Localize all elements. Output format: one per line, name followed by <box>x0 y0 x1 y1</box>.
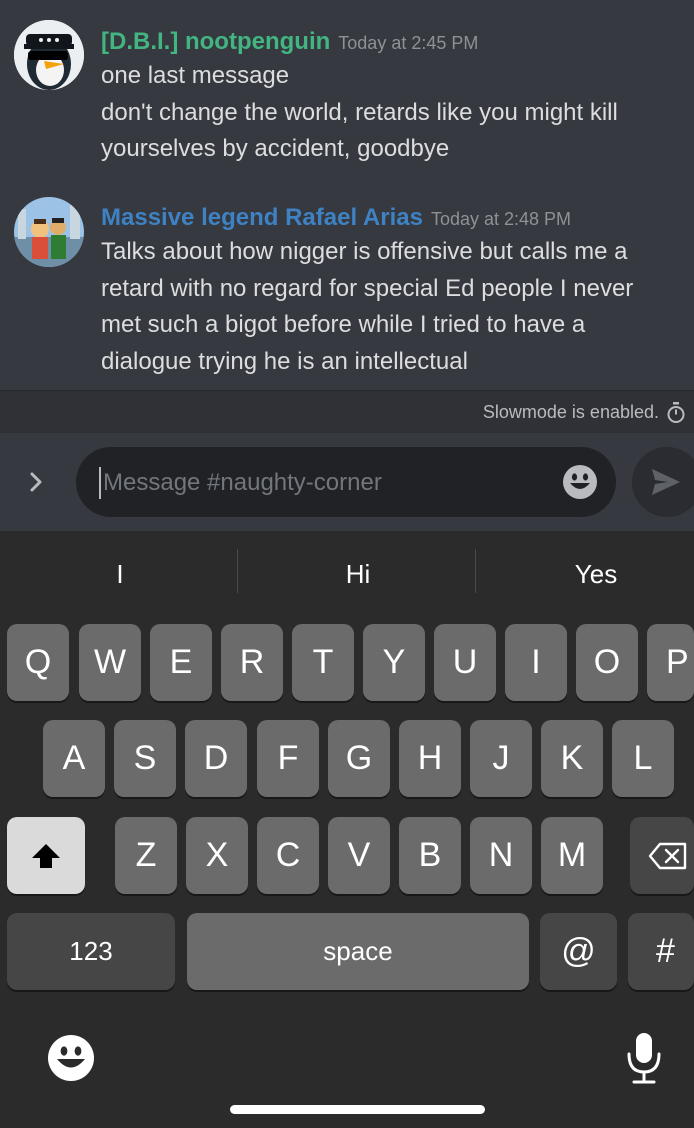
key-p[interactable]: P <box>647 624 694 701</box>
message-line: retard with no regard for special Ed peo… <box>101 274 634 302</box>
message-content: one last message don't change the world,… <box>101 58 681 168</box>
key-w[interactable]: W <box>79 624 141 701</box>
stopwatch-icon <box>666 402 686 429</box>
key-l[interactable]: L <box>612 720 674 797</box>
key-c[interactable]: C <box>257 817 319 894</box>
key-t[interactable]: T <box>292 624 354 701</box>
send-button[interactable] <box>632 447 694 517</box>
key-y[interactable]: Y <box>363 624 425 701</box>
key-m[interactable]: M <box>541 817 603 894</box>
backspace-icon <box>648 842 687 869</box>
message-line: dialogue trying he is an intellectual <box>101 347 468 375</box>
home-indicator[interactable] <box>230 1105 485 1114</box>
penguin-with-sunglasses-avatar[interactable] <box>14 20 84 90</box>
numbers-key[interactable]: 123 <box>7 913 175 990</box>
timestamp: Today at 2:45 PM <box>338 33 479 53</box>
key-h[interactable]: H <box>399 720 461 797</box>
key-f[interactable]: F <box>257 720 319 797</box>
key-n[interactable]: N <box>470 817 532 894</box>
key-o[interactable]: O <box>576 624 638 701</box>
slowmode-bar: Slowmode is enabled. <box>0 390 694 434</box>
key-u[interactable]: U <box>434 624 496 701</box>
key-e[interactable]: E <box>150 624 212 701</box>
divider <box>237 549 238 593</box>
text-caret <box>99 467 101 499</box>
shift-arrow-icon <box>32 843 60 868</box>
message-content: Talks about how nigger is offensive but … <box>101 234 681 380</box>
key-b[interactable]: B <box>399 817 461 894</box>
key-x[interactable]: X <box>186 817 248 894</box>
hash-key[interactable]: # <box>628 913 694 990</box>
microphone-icon[interactable] <box>626 1032 662 1089</box>
space-key[interactable]: space <box>187 913 529 990</box>
message-line: Talks about how nigger is offensive but … <box>101 238 628 265</box>
send-icon <box>652 469 680 495</box>
key-q[interactable]: Q <box>7 624 69 701</box>
author-name[interactable]: Massive legend Rafael Arias <box>101 204 423 231</box>
smiley-icon[interactable] <box>562 464 598 505</box>
message-input[interactable]: Message #naughty-corner <box>76 447 616 517</box>
divider <box>475 549 476 593</box>
message-composer: Message #naughty-corner <box>0 433 694 531</box>
message-line: met such a bigot before while I tried to… <box>101 311 586 338</box>
emoji-keyboard-icon[interactable] <box>47 1034 95 1087</box>
key-z[interactable]: Z <box>115 817 177 894</box>
slowmode-text: Slowmode is enabled. <box>482 402 659 422</box>
message-line: one last message <box>101 62 290 89</box>
key-v[interactable]: V <box>328 817 390 894</box>
message-list: [D.B.I.] nootpenguin Today at 2:45 PM one… <box>0 0 694 390</box>
key-r[interactable]: R <box>221 624 283 701</box>
at-key[interactable]: @ <box>540 913 617 990</box>
suggestion-bar: I Hi Yes <box>0 531 694 619</box>
suggestion-item[interactable]: Hi <box>278 559 438 590</box>
key-j[interactable]: J <box>470 720 532 797</box>
key-a[interactable]: A <box>43 720 105 797</box>
key-d[interactable]: D <box>185 720 247 797</box>
key-i[interactable]: I <box>505 624 567 701</box>
message-line: don't change the world, retards like you… <box>101 98 618 126</box>
key-k[interactable]: K <box>541 720 603 797</box>
message-line: yourselves by accident, goodbye <box>101 135 450 162</box>
author-name[interactable]: [D.B.I.] nootpenguin <box>101 28 330 55</box>
cartoon-scene-avatar[interactable] <box>14 197 84 267</box>
timestamp: Today at 2:48 PM <box>430 209 572 229</box>
message-placeholder: Message #naughty-corner <box>103 469 382 496</box>
suggestion-item[interactable]: I <box>40 559 200 590</box>
key-s[interactable]: S <box>114 720 176 797</box>
shift-key[interactable] <box>7 817 85 894</box>
key-g[interactable]: G <box>328 720 390 797</box>
backspace-key[interactable] <box>630 817 694 894</box>
suggestion-item[interactable]: Yes <box>516 559 676 590</box>
chevron-right-icon[interactable] <box>28 469 44 500</box>
